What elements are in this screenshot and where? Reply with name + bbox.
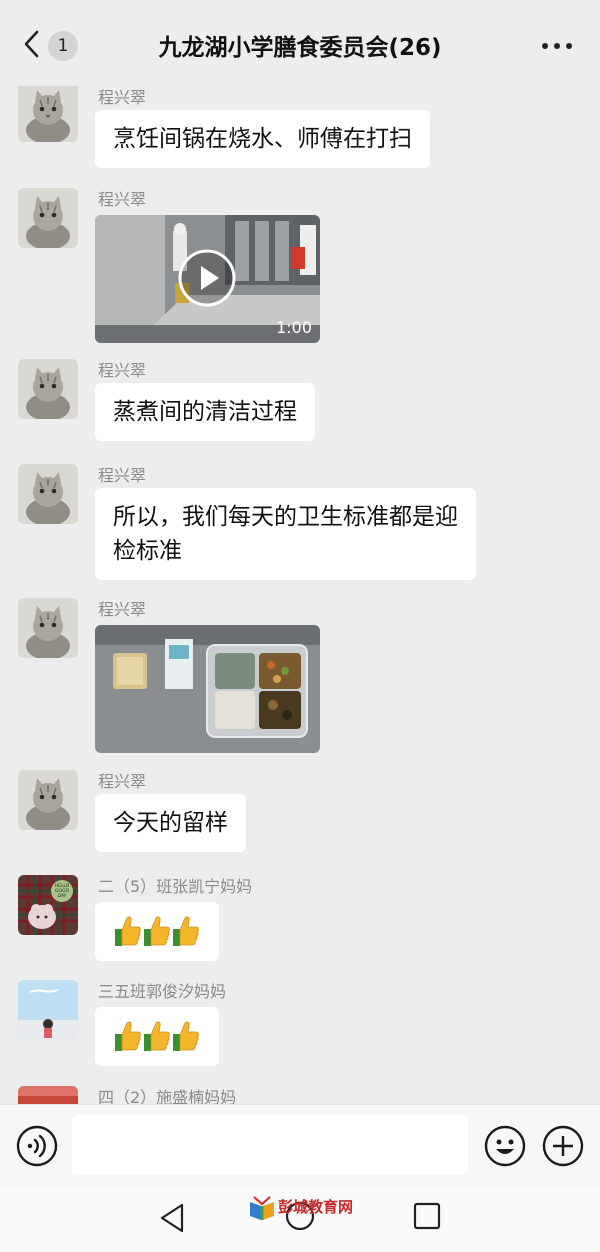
avatar[interactable]	[18, 1086, 78, 1104]
thumbs-up-emoji-row	[115, 1021, 199, 1051]
avatar[interactable]	[18, 86, 78, 142]
message-list[interactable]: 程兴翠 烹饪间锅在烧水、师傅在打扫 程兴翠 1:00 程兴翠 蒸煮间的清洁过程 …	[0, 86, 600, 1104]
sky-avatar	[18, 980, 78, 1040]
cat-avatar-icon	[18, 188, 78, 248]
avatar[interactable]	[18, 770, 78, 830]
thumbs-up-icon	[173, 1021, 199, 1051]
cat-avatar-icon	[18, 359, 78, 419]
emoji-message[interactable]	[95, 902, 219, 961]
avatar[interactable]	[18, 598, 78, 658]
message-bubble[interactable]: 烹饪间锅在烧水、师傅在打扫	[95, 110, 430, 168]
image-message[interactable]	[95, 625, 320, 753]
message-input[interactable]	[72, 1115, 468, 1175]
hello-good-day-avatar: HELLO GOOD DAY	[18, 875, 78, 935]
thumbs-up-icon	[173, 916, 199, 946]
nav-back-icon[interactable]	[158, 1201, 188, 1235]
message-bubble[interactable]: 今天的留样	[95, 794, 246, 852]
sender-name: 程兴翠	[98, 772, 147, 791]
sender-name: 程兴翠	[98, 361, 147, 380]
video-duration: 1:00	[276, 318, 312, 337]
video-message[interactable]: 1:00	[95, 215, 320, 343]
chat-title: 九龙湖小学膳食委员会(26)	[158, 35, 442, 61]
avatar[interactable]	[18, 464, 78, 524]
cat-avatar-icon	[18, 86, 78, 142]
more-icon	[542, 43, 572, 49]
sender-name: 四（2）施盛楠妈妈	[98, 1088, 237, 1104]
nav-recent-icon[interactable]	[412, 1201, 442, 1231]
sender-name: 程兴翠	[98, 190, 147, 209]
chat-header: 1 九龙湖小学膳食委员会(26)	[0, 0, 600, 86]
message-bubble[interactable]: 所以，我们每天的卫生标准都是迎 检标准	[95, 488, 476, 580]
avatar[interactable]	[18, 359, 78, 419]
sender-name: 程兴翠	[98, 600, 147, 619]
sender-name: 程兴翠	[98, 88, 147, 107]
thumbs-up-icon	[115, 1021, 141, 1051]
thumbs-up-icon	[115, 916, 141, 946]
input-bar	[0, 1104, 600, 1189]
cat-avatar-icon	[18, 464, 78, 524]
emoji-icon[interactable]	[484, 1125, 526, 1167]
message-line: 所以，我们每天的卫生标准都是迎	[113, 504, 458, 530]
more-button[interactable]	[540, 28, 580, 64]
watermark: 彭城教育网	[248, 1194, 368, 1222]
thumbs-up-emoji-row	[115, 916, 199, 946]
thumbs-up-icon	[144, 916, 170, 946]
watermark-text: 彭城教育网	[278, 1198, 354, 1216]
food-sample-image	[95, 625, 320, 753]
play-icon[interactable]	[178, 249, 236, 307]
voice-icon[interactable]	[16, 1125, 58, 1167]
avatar[interactable]	[18, 188, 78, 248]
sunset-avatar	[18, 1086, 78, 1104]
cat-avatar-icon	[18, 598, 78, 658]
message-bubble[interactable]: 蒸煮间的清洁过程	[95, 383, 315, 441]
thumbs-up-icon	[144, 1021, 170, 1051]
sender-name: 二（5）班张凯宁妈妈	[98, 877, 253, 896]
sender-name: 三五班郭俊汐妈妈	[98, 982, 227, 1001]
avatar-text: DAY	[58, 893, 67, 899]
sender-name: 程兴翠	[98, 466, 147, 485]
message-line: 检标准	[113, 538, 182, 564]
avatar[interactable]: HELLO GOOD DAY	[18, 875, 78, 935]
plus-icon[interactable]	[542, 1125, 584, 1167]
book-logo-icon	[250, 1196, 274, 1220]
cat-avatar-icon	[18, 770, 78, 830]
avatar[interactable]	[18, 980, 78, 1040]
emoji-message[interactable]	[95, 1007, 219, 1066]
